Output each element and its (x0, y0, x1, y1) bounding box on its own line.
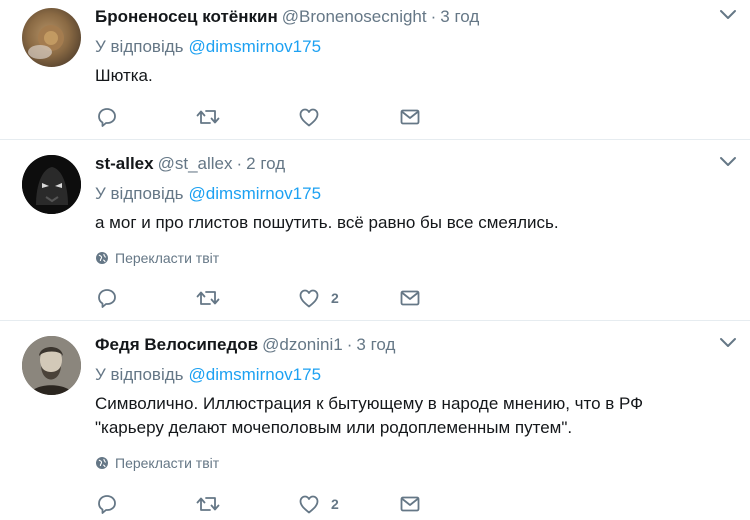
globe-icon (96, 252, 108, 264)
like-button[interactable]: 2 (297, 492, 339, 516)
reply-icon (98, 108, 116, 127)
retweet-icon (196, 110, 220, 124)
like-count: 2 (331, 290, 339, 306)
message-icon (400, 290, 420, 306)
message-icon (400, 109, 420, 125)
tweet-header: st-allex @st_allex · 2 год (95, 153, 730, 175)
translate-link[interactable]: Перекласти твіт (95, 454, 730, 472)
message-button[interactable] (398, 492, 422, 516)
retweet-icon (196, 291, 220, 305)
like-icon (299, 108, 319, 127)
avatar[interactable] (22, 155, 81, 214)
translate-label: Перекласти твіт (115, 455, 220, 471)
tweet-text: Шютка. (95, 66, 153, 85)
message-button[interactable] (398, 286, 422, 310)
message-button[interactable] (398, 105, 422, 129)
retweet-icon (196, 497, 220, 511)
timestamp[interactable]: 3 год (356, 335, 395, 354)
tweet-header: Федя Велосипедов @dzonini1 · 3 год (95, 334, 730, 356)
reply-icon (98, 495, 116, 514)
reply-prefix: У відповідь (95, 365, 184, 384)
tweet-text: Символично. Иллюстрация к бытующему в на… (95, 392, 730, 440)
reply-to-link[interactable]: @dimsmirnov175 (189, 37, 322, 56)
like-icon (299, 289, 319, 308)
retweet-button[interactable] (195, 286, 221, 310)
reply-prefix: У відповідь (95, 184, 184, 203)
reply-button[interactable] (95, 286, 119, 310)
tweet-text-line: Символично. Иллюстрация к бытующему в на… (95, 394, 644, 413)
globe-icon (96, 457, 108, 469)
avatar-image (22, 155, 81, 214)
avatar[interactable] (22, 336, 81, 395)
author-handle[interactable]: @Bronenosecnight (282, 7, 427, 26)
separator: · (236, 154, 243, 173)
like-button[interactable] (297, 105, 331, 129)
reply-context: У відповідь @dimsmirnov175 (95, 183, 730, 205)
like-button[interactable]: 2 (297, 286, 339, 310)
author-name[interactable]: Броненосец котёнкин (95, 7, 278, 26)
reply-prefix: У відповідь (95, 37, 184, 56)
reply-context: У відповідь @dimsmirnov175 (95, 364, 730, 386)
tweet-actions: 2 (95, 286, 435, 310)
author-handle[interactable]: @st_allex (158, 154, 233, 173)
retweet-button[interactable] (195, 492, 221, 516)
tweet-2[interactable]: st-allex @st_allex · 2 год У відповідь @dims… (0, 140, 750, 321)
retweet-button[interactable] (195, 105, 221, 129)
author-name[interactable]: st-allex (95, 154, 154, 173)
author-name[interactable]: Федя Велосипедов (95, 335, 258, 354)
reply-icon (98, 289, 116, 308)
avatar-image (28, 25, 64, 59)
like-count: 2 (331, 496, 339, 512)
tweet-3[interactable]: Федя Велосипедов @dzonini1 · 3 год У відпов… (0, 321, 750, 520)
reply-context: У відповідь @dimsmirnov175 (95, 36, 730, 58)
tweet-actions: 2 (95, 492, 435, 516)
chevron-down-icon[interactable] (718, 336, 738, 350)
reply-button[interactable] (95, 105, 119, 129)
reply-to-link[interactable]: @dimsmirnov175 (189, 365, 322, 384)
tweet-actions (95, 105, 435, 129)
timestamp[interactable]: 3 год (440, 7, 479, 26)
tweet-header: Броненосец котёнкин @Bronenosecnight · 3 го… (95, 6, 730, 28)
like-icon (299, 495, 319, 514)
separator: · (430, 7, 437, 26)
tweet-1[interactable]: Броненосец котёнкин @Bronenosecnight · 3 го… (0, 0, 750, 140)
avatar[interactable] (22, 8, 81, 67)
tweet-feed: Броненосец котёнкин @Bronenosecnight · 3 го… (0, 0, 750, 520)
tweet-text: а мог и про глистов пошутить. всё равно … (95, 213, 559, 232)
separator: · (346, 335, 353, 354)
reply-button[interactable] (95, 492, 119, 516)
tweet-text-line: "карьеру делают мочеполовым или родоплем… (95, 418, 573, 437)
translate-label: Перекласти твіт (115, 250, 220, 266)
chevron-down-icon[interactable] (718, 8, 738, 22)
timestamp[interactable]: 2 год (246, 154, 285, 173)
avatar-image (22, 336, 81, 395)
reply-to-link[interactable]: @dimsmirnov175 (189, 184, 322, 203)
author-handle[interactable]: @dzonini1 (262, 335, 343, 354)
chevron-down-icon[interactable] (718, 155, 738, 169)
message-icon (400, 496, 420, 512)
translate-link[interactable]: Перекласти твіт (95, 249, 730, 267)
